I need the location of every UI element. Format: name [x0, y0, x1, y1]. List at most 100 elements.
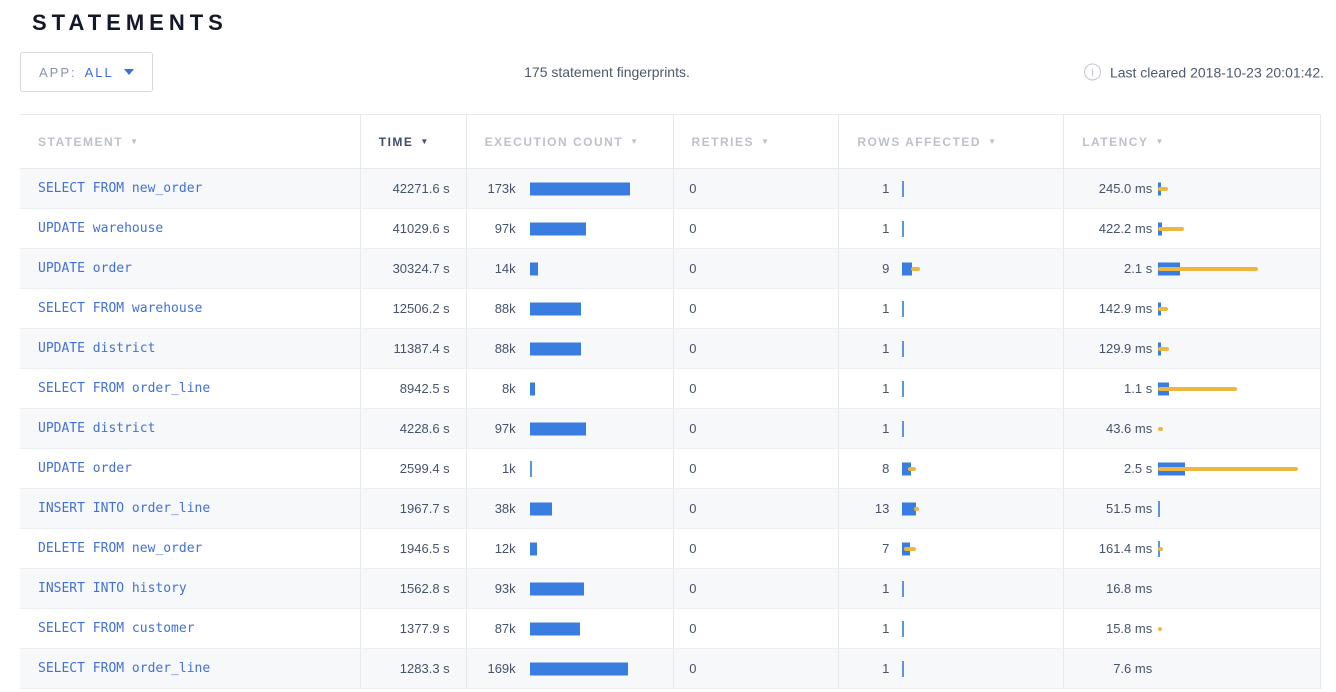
rows-affected-cell: 1	[838, 329, 1063, 368]
statement-link[interactable]: SELECT FROM new_order	[38, 181, 202, 196]
time-value: 1946.5 s	[400, 541, 450, 556]
latency-cell: 15.8 ms	[1063, 609, 1320, 648]
latency-bar-chart	[1158, 249, 1320, 288]
statement-link[interactable]: UPDATE order	[38, 261, 132, 276]
execution-count-value: 38k	[467, 501, 516, 516]
rows-affected-bar-chart	[902, 289, 1063, 328]
latency-value: 43.6 ms	[1064, 421, 1152, 436]
execution-count-value: 93k	[467, 581, 516, 596]
table-row[interactable]: INSERT INTO order_line 1967.7 s 38k 013 51.5…	[20, 489, 1320, 529]
statement-link[interactable]: UPDATE district	[38, 421, 155, 436]
statement-link[interactable]: SELECT FROM order_line	[38, 381, 210, 396]
mean-bar	[902, 581, 904, 597]
table-row[interactable]: UPDATE order30324.7 s14k092.1 s	[20, 249, 1320, 289]
table-row[interactable]: UPDATE district4228.6 s97k0143.6 ms	[20, 409, 1320, 449]
toolbar: APP: ALL 175 statement fingerprints. i L…	[0, 52, 1336, 92]
stddev-bar	[1158, 627, 1162, 631]
time-cell: 1967.7 s	[360, 489, 466, 528]
latency-value: 16.8 ms	[1064, 581, 1152, 596]
table-row[interactable]: SELECT FROM warehouse12506.2 s88k01142.9…	[20, 289, 1320, 329]
column-header-retries[interactable]: RETRIES▼	[673, 115, 839, 168]
table-row[interactable]: UPDATE order2599.4 s1k082.5 s	[20, 449, 1320, 489]
statement-link[interactable]: DELETE FROM new_order	[38, 541, 202, 556]
table-row[interactable]: UPDATE district11387.4 s88k01129.9 ms	[20, 329, 1320, 369]
execution-count-cell: 14k	[466, 249, 673, 288]
rows-affected-value: 1	[839, 301, 889, 316]
retries-value: 0	[674, 181, 697, 196]
table-row[interactable]: SELECT FROM order_line8942.5 s8k011.1 s	[20, 369, 1320, 409]
statement-link[interactable]: SELECT FROM order_line	[38, 661, 210, 676]
stddev-bar	[1158, 547, 1163, 551]
table-row[interactable]: SELECT FROM order_line1283.3 s169k017.6 …	[20, 649, 1320, 689]
sort-arrow-icon: ▼	[420, 137, 429, 146]
rows-affected-cell: 1	[838, 649, 1063, 688]
app-filter-dropdown[interactable]: APP: ALL	[20, 52, 153, 92]
column-header-rows-affected[interactable]: ROWS AFFECTED▼	[838, 115, 1063, 168]
stddev-bar	[1158, 347, 1169, 351]
latency-value: 1.1 s	[1064, 381, 1152, 396]
latency-bar-chart	[1158, 569, 1320, 608]
retries-cell: 0	[673, 169, 839, 208]
column-header-execution-count[interactable]: EXECUTION COUNT▼	[466, 115, 673, 168]
rows-affected-cell: 1	[838, 569, 1063, 608]
table-row[interactable]: UPDATE warehouse41029.6 s97k01422.2 ms	[20, 209, 1320, 249]
execution-count-bar-chart	[530, 449, 673, 488]
column-header-statement[interactable]: STATEMENT▼	[20, 115, 360, 168]
time-value: 4228.6 s	[400, 421, 450, 436]
statement-link[interactable]: UPDATE district	[38, 341, 155, 356]
retries-cell: 0	[673, 329, 839, 368]
table-row[interactable]: SELECT FROM customer1377.9 s87k0115.8 ms	[20, 609, 1320, 649]
mean-bar	[902, 301, 904, 317]
rows-affected-bar-chart	[902, 249, 1063, 288]
execution-count-bar-chart	[530, 209, 673, 248]
rows-affected-cell: 8	[838, 449, 1063, 488]
statement-cell: SELECT FROM new_order	[20, 169, 360, 208]
execution-count-value: 12k	[467, 541, 516, 556]
table-body: SELECT FROM new_order42271.6 s173k01245.…	[20, 169, 1320, 689]
time-value: 12506.2 s	[393, 301, 450, 316]
mean-bar	[902, 621, 904, 637]
mean-bar	[902, 221, 904, 237]
statement-cell: SELECT FROM warehouse	[20, 289, 360, 328]
table-header: STATEMENT▼TIME▼EXECUTION COUNT▼RETRIES▼R…	[20, 115, 1320, 169]
mean-bar	[530, 342, 581, 355]
time-cell: 4228.6 s	[360, 409, 466, 448]
statement-link[interactable]: SELECT FROM customer	[38, 621, 195, 636]
mean-bar	[902, 421, 904, 437]
execution-count-cell: 87k	[466, 609, 673, 648]
rows-affected-value: 13	[839, 501, 889, 516]
latency-bar-chart	[1158, 609, 1320, 648]
latency-cell: 51.5 ms	[1063, 489, 1320, 528]
latency-value: 7.6 ms	[1064, 661, 1152, 676]
rows-affected-cell: 9	[838, 249, 1063, 288]
time-cell: 41029.6 s	[360, 209, 466, 248]
statement-count-summary: 175 statement fingerprints.	[524, 64, 690, 80]
retries-cell: 0	[673, 289, 839, 328]
time-value: 2599.4 s	[400, 461, 450, 476]
retries-value: 0	[674, 221, 697, 236]
rows-affected-bar-chart	[902, 489, 1063, 528]
column-header-latency[interactable]: LATENCY▼	[1063, 115, 1320, 168]
time-value: 8942.5 s	[400, 381, 450, 396]
column-header-label: STATEMENT	[38, 135, 123, 149]
table-row[interactable]: SELECT FROM new_order42271.6 s173k01245.…	[20, 169, 1320, 209]
statement-link[interactable]: INSERT INTO history	[38, 581, 187, 596]
table-row[interactable]: DELETE FROM new_order1946.5 s12k07161.4 …	[20, 529, 1320, 569]
sort-arrow-icon: ▼	[630, 137, 639, 146]
table-row[interactable]: INSERT INTO history1562.8 s93k0116.8 ms	[20, 569, 1320, 609]
statement-link[interactable]: INSERT INTO order_line	[38, 501, 210, 516]
sort-arrow-icon: ▼	[1155, 137, 1164, 146]
retries-cell: 0	[673, 489, 839, 528]
info-icon[interactable]: i	[1084, 64, 1101, 81]
rows-affected-value: 1	[839, 181, 889, 196]
column-header-time[interactable]: TIME▼	[360, 115, 466, 168]
statement-link[interactable]: SELECT FROM warehouse	[38, 301, 202, 316]
execution-count-bar-chart	[530, 289, 673, 328]
statement-link[interactable]: UPDATE warehouse	[38, 221, 163, 236]
time-value: 1967.7 s	[400, 501, 450, 516]
statement-link[interactable]: UPDATE order	[38, 461, 132, 476]
app-filter-value: ALL	[85, 65, 114, 80]
execution-count-cell: 173k	[466, 169, 673, 208]
time-cell: 1283.3 s	[360, 649, 466, 688]
last-cleared-text: Last cleared 2018-10-23 20:01:42.	[1110, 64, 1324, 80]
